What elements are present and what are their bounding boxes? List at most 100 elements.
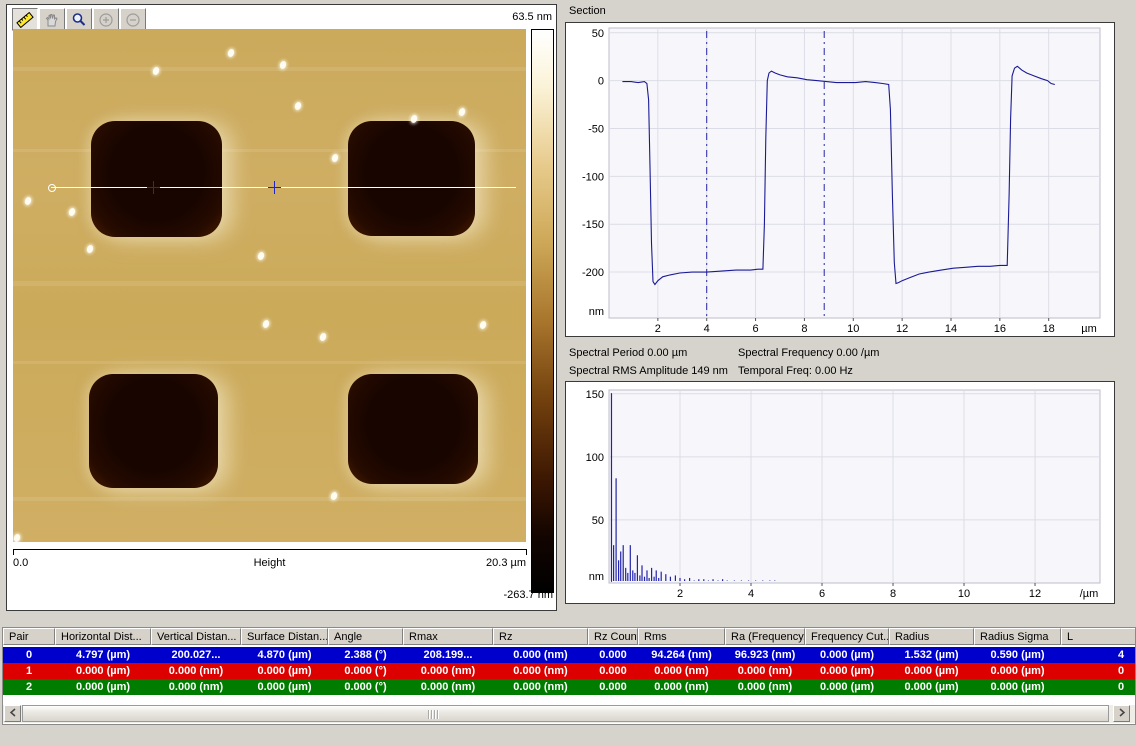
magnifier-icon <box>71 12 87 28</box>
section-profile-chart[interactable]: 24681012141618500-50-100-150-200nmµm <box>566 23 1112 334</box>
scan-streak <box>13 67 526 71</box>
svg-text:12: 12 <box>1029 588 1041 600</box>
cell: 0 <box>1061 663 1136 679</box>
spectral-info: Spectral Period 0.00 µm Spectral Frequen… <box>569 341 1113 379</box>
column-header-ra-frequency[interactable]: Ra (Frequency... <box>725 628 805 645</box>
afm-height-image[interactable] <box>13 29 526 542</box>
column-header-radius-sigma[interactable]: Radius Sigma <box>974 628 1061 645</box>
image-width-bracket <box>13 549 527 555</box>
cell: 2 <box>3 679 55 695</box>
cell: 0.000 (µm) <box>805 663 889 679</box>
column-header-rmax[interactable]: Rmax <box>403 628 493 645</box>
svg-text:8: 8 <box>890 588 896 600</box>
cell: 0.590 (µm) <box>974 647 1061 663</box>
section-analysis-window: 63.5 nm 0.0 Height 20.3 µm -263.7 nm Sec… <box>0 0 1136 746</box>
cell: 0.000 (µm) <box>974 679 1061 695</box>
image-toolbar <box>12 8 147 30</box>
measurement-table: PairHorizontal Dist...Vertical Distan...… <box>2 627 1136 725</box>
cell: 0.000 (nm) <box>151 679 241 695</box>
measurement-row-0[interactable]: 04.797 (µm)200.027...4.870 (µm)2.388 (°)… <box>3 647 1136 663</box>
cell: 1.532 (µm) <box>889 647 974 663</box>
pan-tool-button[interactable] <box>39 8 65 31</box>
measurement-row-1[interactable]: 10.000 (µm)0.000 (nm)0.000 (µm)0.000 (°)… <box>3 663 1136 679</box>
cell: 0.000 (nm) <box>151 663 241 679</box>
cell: 0.000 (nm) <box>403 679 493 695</box>
table-horizontal-scrollbar[interactable] <box>3 705 1135 723</box>
cell: 0.000 (nm) <box>638 663 725 679</box>
profile-marker-2[interactable] <box>268 181 281 194</box>
zoom-out-button[interactable] <box>120 8 146 31</box>
column-header-radius[interactable]: Radius <box>889 628 974 645</box>
cell: 0.000 (µm) <box>241 679 328 695</box>
hand-icon <box>44 12 60 28</box>
cell: 0.000 (µm) <box>805 679 889 695</box>
section-profile-line[interactable] <box>51 187 516 188</box>
cell: 0 <box>3 647 55 663</box>
svg-text:4: 4 <box>704 323 710 334</box>
cell: 4 <box>1061 647 1136 663</box>
svg-text:150: 150 <box>586 389 604 401</box>
cell: 0.000 (°) <box>328 663 403 679</box>
svg-text:8: 8 <box>801 323 807 334</box>
zoom-in-button[interactable] <box>93 8 119 31</box>
height-color-scale <box>531 29 554 593</box>
cell: 0.000 (µm) <box>974 663 1061 679</box>
magnify-tool-button[interactable] <box>66 8 92 31</box>
column-header-pair[interactable]: Pair <box>3 628 55 645</box>
profile-line-start-handle[interactable] <box>48 184 56 192</box>
scroll-right-button[interactable] <box>1113 705 1130 722</box>
svg-text:10: 10 <box>847 323 859 334</box>
svg-text:50: 50 <box>592 28 604 40</box>
scrollbar-thumb[interactable] <box>22 705 1109 722</box>
axis-max-label: 20.3 µm <box>486 557 526 569</box>
scrollbar-grip <box>428 710 440 719</box>
cell: 0.000 (nm) <box>725 663 805 679</box>
cell: 4.870 (µm) <box>241 647 328 663</box>
cell: 0.000 (µm) <box>889 679 974 695</box>
ruler-tool-button[interactable] <box>12 8 38 31</box>
svg-text:2: 2 <box>677 588 683 600</box>
cell: 200.027... <box>151 647 241 663</box>
temporal-frequency-label: Temporal Freq: 0.00 Hz <box>738 365 853 377</box>
power-spectrum-chart[interactable]: 2468101215010050nm/µm <box>566 382 1112 601</box>
cell: 0.000 (µm) <box>55 679 151 695</box>
etched-square <box>348 121 475 236</box>
svg-text:14: 14 <box>945 323 957 334</box>
column-header-frequency-cut[interactable]: Frequency Cut... <box>805 628 889 645</box>
cell: 94.264 (nm) <box>638 647 725 663</box>
afm-image-panel: 63.5 nm 0.0 Height 20.3 µm -263.7 nm <box>6 4 557 611</box>
cell: 0.000 (nm) <box>493 663 588 679</box>
svg-text:-50: -50 <box>588 123 604 135</box>
cell: 0.000 (nm) <box>638 679 725 695</box>
svg-text:16: 16 <box>994 323 1006 334</box>
column-header-rz-count[interactable]: Rz Count <box>588 628 638 645</box>
column-header-rz[interactable]: Rz <box>493 628 588 645</box>
cell: 0.000 (nm) <box>493 679 588 695</box>
column-header-vertical-distan[interactable]: Vertical Distan... <box>151 628 241 645</box>
surface-particle <box>294 101 302 111</box>
svg-text:-150: -150 <box>582 219 604 231</box>
measurement-row-2[interactable]: 20.000 (µm)0.000 (nm)0.000 (µm)0.000 (°)… <box>3 679 1136 695</box>
zoom-out-icon <box>125 12 141 28</box>
profile-marker-1[interactable] <box>147 181 160 194</box>
column-header-angle[interactable]: Angle <box>328 628 403 645</box>
surface-particle <box>331 153 339 163</box>
column-header-l[interactable]: L <box>1061 628 1136 645</box>
cell: 0.000 (nm) <box>493 647 588 663</box>
svg-text:-200: -200 <box>582 267 604 279</box>
etched-square <box>91 121 222 237</box>
column-header-rms[interactable]: Rms <box>638 628 725 645</box>
scroll-right-icon <box>1118 708 1126 717</box>
surface-particle <box>24 196 32 206</box>
scan-streak <box>13 361 526 364</box>
scan-streak <box>13 281 526 286</box>
cell: 208.199... <box>403 647 493 663</box>
surface-particle <box>13 533 21 542</box>
cell: 0.000 <box>588 679 638 695</box>
scroll-left-button[interactable] <box>4 705 21 722</box>
svg-text:4: 4 <box>748 588 754 600</box>
column-header-surface-distan[interactable]: Surface Distan... <box>241 628 328 645</box>
scroll-left-icon <box>9 708 17 717</box>
column-header-horizontal-dist[interactable]: Horizontal Dist... <box>55 628 151 645</box>
cell: 0.000 (µm) <box>889 663 974 679</box>
